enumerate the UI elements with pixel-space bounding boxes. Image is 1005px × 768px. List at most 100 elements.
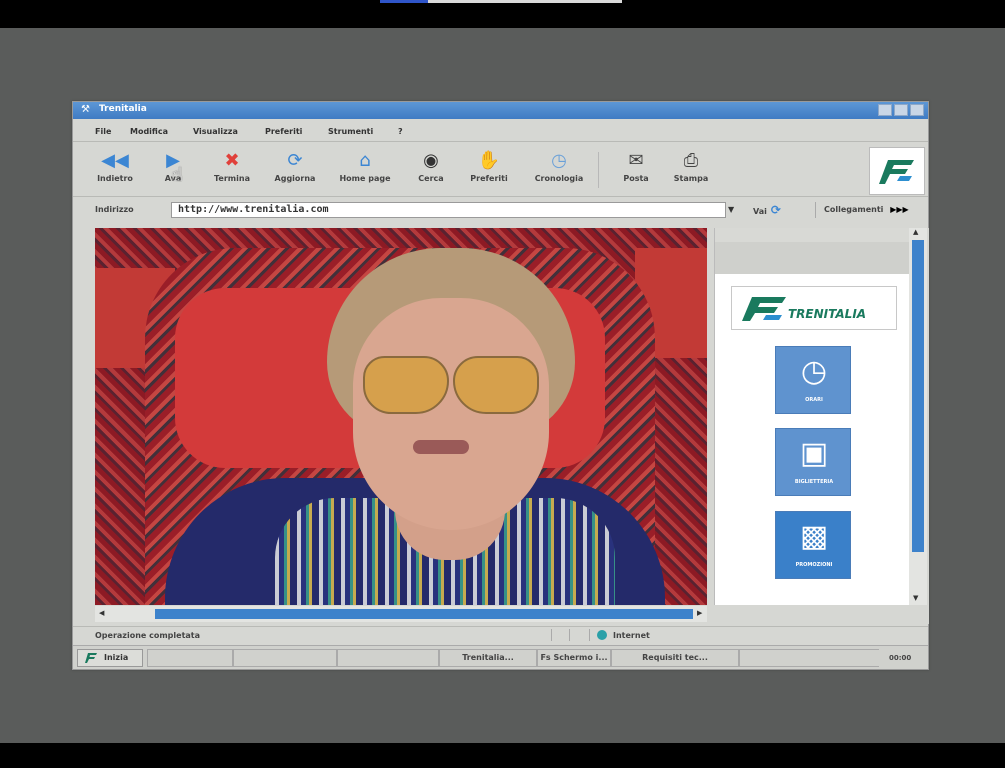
fs-logo-icon xyxy=(879,160,914,184)
address-label: Indirizzo xyxy=(95,205,134,214)
menu-bar: File Modifica Visualizza Preferiti Strum… xyxy=(73,122,928,142)
go-button[interactable]: Vai ⟳ xyxy=(749,202,799,218)
browser-brand-logo xyxy=(869,147,925,195)
scroll-up-icon[interactable]: ▲ xyxy=(913,228,918,236)
sunglasses-right-lens xyxy=(453,356,539,414)
history-button[interactable]: ◷ Cronologia xyxy=(529,150,589,192)
page-content: TRENITALIA ◷ ORARI ▣ BIGLIETTERIA ▩ PROM… xyxy=(93,228,929,624)
mail-icon: ✉ xyxy=(628,150,644,171)
refresh-label: Aggiorna xyxy=(274,174,316,183)
app-icon: ⚒ xyxy=(81,104,90,115)
scroll-down-icon[interactable]: ▼ xyxy=(913,594,918,602)
mail-label: Posta xyxy=(623,174,649,183)
chevron-right-icon: ▶▶▶ xyxy=(890,205,909,214)
window-controls xyxy=(878,104,924,116)
eye-icon: ◉ xyxy=(423,150,439,171)
status-bar: Operazione completata Internet xyxy=(73,626,928,642)
title-bar[interactable]: ⚒ Trenitalia xyxy=(73,102,928,119)
video-frame[interactable] xyxy=(95,228,707,605)
history-clock-icon: ◷ xyxy=(551,150,567,171)
address-input[interactable]: http://www.trenitalia.com xyxy=(171,202,726,218)
start-logo-icon xyxy=(85,653,97,663)
sunglasses-left-lens xyxy=(363,356,449,414)
trenitalia-name: TRENITALIA xyxy=(788,307,867,321)
tile-promozioni[interactable]: ▩ PROMOZIONI xyxy=(775,511,851,579)
gift-icon: ▩ xyxy=(799,519,829,554)
history-label: Cronologia xyxy=(534,174,584,183)
tile-biglietteria-label: BIGLIETTERIA xyxy=(794,479,834,485)
print-label: Stampa xyxy=(673,174,709,183)
maximize-button[interactable] xyxy=(894,104,908,116)
tile-promozioni-label: PROMOZIONI xyxy=(795,562,833,568)
print-button[interactable]: ⎙ Stampa xyxy=(661,150,721,192)
clock-icon: ◷ xyxy=(800,354,828,389)
stop-button[interactable]: ✖ Termina xyxy=(202,150,262,192)
mail-button[interactable]: ✉ Posta xyxy=(606,150,666,192)
scroll-left-icon[interactable]: ◀ xyxy=(99,609,104,617)
close-button[interactable] xyxy=(910,104,924,116)
home-icon: ⌂ xyxy=(359,150,371,171)
menu-modifica[interactable]: Modifica xyxy=(130,127,168,136)
address-dropdown-icon[interactable]: ▼ xyxy=(728,205,734,214)
menu-strumenti[interactable]: Strumenti xyxy=(328,127,373,136)
vertical-scroll-thumb[interactable] xyxy=(912,240,924,552)
menu-help[interactable]: ? xyxy=(398,127,403,136)
home-label: Home page xyxy=(339,174,391,183)
taskbar: Inizia Trenitalia... Fs Schermo i... Req… xyxy=(73,645,928,669)
person-face xyxy=(353,298,549,530)
go-label: Vai xyxy=(753,207,767,216)
favorites-hand-icon: ✋ xyxy=(477,150,501,171)
menu-file[interactable]: File xyxy=(95,127,111,136)
taskbar-empty-slot[interactable] xyxy=(233,649,337,667)
taskbar-empty-slot[interactable] xyxy=(337,649,439,667)
status-divider xyxy=(551,629,552,641)
back-button[interactable]: ◀◀ Indietro xyxy=(85,150,145,192)
links-button[interactable]: Collegamenti ▶▶▶ xyxy=(815,202,925,218)
trenitalia-mark-icon xyxy=(742,297,786,321)
taskbar-task-requisiti[interactable]: Requisiti tec... xyxy=(611,649,739,667)
vertical-scrollbar[interactable]: ▲ ▼ xyxy=(909,228,927,605)
toolbar: ◀◀ Indietro ▶ Ava ☝ ✖ Termina ⟳ Aggiorna… xyxy=(73,144,928,197)
horizontal-scrollbar[interactable]: ◀ ▶ xyxy=(95,606,707,622)
print-icon: ⎙ xyxy=(683,150,699,171)
favorites-button[interactable]: ✋ Preferiti xyxy=(459,150,519,192)
refresh-button[interactable]: ⟳ Aggiorna xyxy=(265,150,325,192)
start-label: Inizia xyxy=(104,653,129,662)
trenitalia-logo[interactable]: TRENITALIA xyxy=(731,286,897,330)
top-progress-strip xyxy=(380,0,622,3)
taskbar-task-trenitalia[interactable]: Trenitalia... xyxy=(439,649,537,667)
menu-visualizza[interactable]: Visualizza xyxy=(193,127,238,136)
status-divider xyxy=(569,629,570,641)
taskbar-clock: 00:00 xyxy=(889,654,912,662)
search-button[interactable]: ◉ Cerca xyxy=(401,150,461,192)
horizontal-scroll-thumb[interactable] xyxy=(155,609,693,619)
home-button[interactable]: ⌂ Home page xyxy=(335,150,395,192)
window-title: Trenitalia xyxy=(99,104,147,114)
back-arrows-icon: ◀◀ xyxy=(101,150,129,171)
person-mouth xyxy=(413,440,469,454)
scroll-right-icon[interactable]: ▶ xyxy=(697,609,702,617)
ticket-icon: ▣ xyxy=(799,436,829,471)
start-button[interactable]: Inizia xyxy=(77,649,143,667)
minimize-button[interactable] xyxy=(878,104,892,116)
status-divider xyxy=(589,629,590,641)
favorites-label: Preferiti xyxy=(470,174,508,183)
security-zone: Internet xyxy=(613,631,650,640)
tile-orari[interactable]: ◷ ORARI xyxy=(775,346,851,414)
menu-preferiti[interactable]: Preferiti xyxy=(265,127,302,136)
side-panel: TRENITALIA ◷ ORARI ▣ BIGLIETTERIA ▩ PROM… xyxy=(714,228,910,605)
address-bar: Indirizzo http://www.trenitalia.com ▼ Va… xyxy=(73,199,928,221)
search-label: Cerca xyxy=(418,174,444,183)
refresh-icon: ⟳ xyxy=(287,150,303,171)
links-label: Collegamenti xyxy=(824,205,884,214)
mouse-pointer-icon: ☝ xyxy=(171,162,184,186)
toolbar-separator xyxy=(598,152,599,188)
taskbar-task-fs-schermo[interactable]: Fs Schermo i... xyxy=(537,649,611,667)
top-progress-fill xyxy=(380,0,428,3)
back-label: Indietro xyxy=(97,174,133,183)
panel-header-band xyxy=(715,242,910,274)
tile-biglietteria[interactable]: ▣ BIGLIETTERIA xyxy=(775,428,851,496)
taskbar-empty-slot[interactable] xyxy=(147,649,233,667)
go-refresh-icon: ⟳ xyxy=(770,203,781,217)
internet-zone-icon xyxy=(597,630,607,640)
